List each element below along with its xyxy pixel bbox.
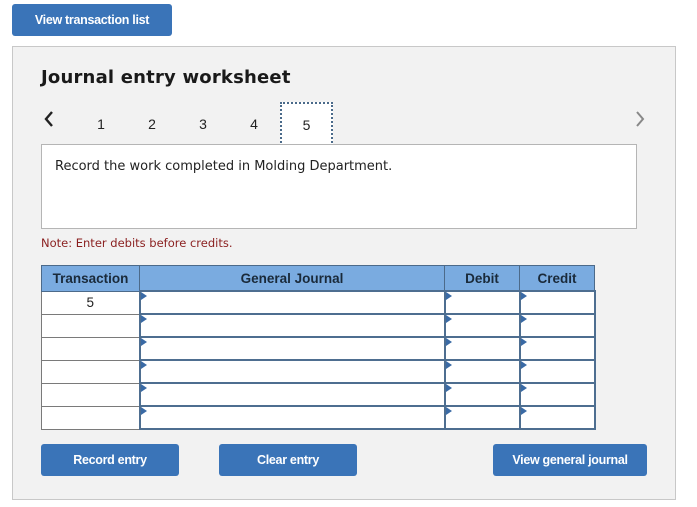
dropdown-indicator-icon <box>520 338 527 346</box>
view-transaction-list-button[interactable]: View transaction list <box>12 4 172 36</box>
dropdown-indicator-icon <box>140 384 147 392</box>
transaction-cell: 5 <box>41 290 140 315</box>
transaction-cell <box>41 313 140 338</box>
dropdown-indicator-icon <box>445 361 452 369</box>
credit-input[interactable] <box>520 407 594 428</box>
table-row: 5 <box>41 290 596 315</box>
debit-input[interactable] <box>445 315 519 336</box>
note-text: Note: Enter debits before credits. <box>41 236 233 250</box>
credit-input[interactable] <box>520 338 594 359</box>
table-row <box>41 359 596 384</box>
general-journal-cell <box>138 359 446 384</box>
table-row <box>41 336 596 361</box>
dropdown-indicator-icon <box>520 361 527 369</box>
debit-cell <box>443 382 521 407</box>
tab-1[interactable]: 1 <box>76 103 126 145</box>
debit-input[interactable] <box>445 361 519 382</box>
general-journal-cell <box>138 290 446 315</box>
journal-entry-worksheet-panel: Journal entry worksheet 1 2 3 4 5 Record… <box>12 46 676 500</box>
clear-entry-button[interactable]: Clear entry <box>219 444 357 476</box>
debit-cell <box>443 336 521 361</box>
dropdown-indicator-icon <box>445 315 452 323</box>
credit-cell <box>518 290 596 315</box>
debit-cell <box>443 290 521 315</box>
debit-input[interactable] <box>445 292 519 313</box>
general-journal-input[interactable] <box>140 384 444 405</box>
transaction-cell <box>41 359 140 384</box>
credit-input[interactable] <box>520 384 594 405</box>
chevron-left-icon <box>44 111 53 127</box>
debit-cell <box>443 405 521 430</box>
general-journal-input[interactable] <box>140 407 444 428</box>
transaction-cell <box>41 336 140 361</box>
dropdown-indicator-icon <box>520 407 527 415</box>
dropdown-indicator-icon <box>140 338 147 346</box>
chevron-right-icon <box>636 111 645 127</box>
table-row <box>41 313 596 338</box>
debit-input[interactable] <box>445 407 519 428</box>
record-entry-button[interactable]: Record entry <box>41 444 179 476</box>
credit-cell <box>518 313 596 338</box>
general-journal-input[interactable] <box>140 292 444 313</box>
credit-cell <box>518 405 596 430</box>
credit-cell <box>518 382 596 407</box>
dropdown-indicator-icon <box>445 384 452 392</box>
header-transaction: Transaction <box>41 265 140 292</box>
transaction-cell <box>41 405 140 430</box>
worksheet-title: Journal entry worksheet <box>41 67 291 88</box>
tab-2[interactable]: 2 <box>127 103 177 145</box>
journal-table: Transaction General Journal Debit Credit… <box>41 265 596 430</box>
dropdown-indicator-icon <box>520 384 527 392</box>
credit-input[interactable] <box>520 292 594 313</box>
dropdown-indicator-icon <box>445 338 452 346</box>
table-header-row: Transaction General Journal Debit Credit <box>41 265 595 292</box>
credit-cell <box>518 359 596 384</box>
dropdown-indicator-icon <box>140 315 147 323</box>
general-journal-input[interactable] <box>140 338 444 359</box>
debit-input[interactable] <box>445 338 519 359</box>
next-button[interactable] <box>630 107 650 131</box>
dropdown-indicator-icon <box>140 361 147 369</box>
dropdown-indicator-icon <box>520 315 527 323</box>
header-general-journal: General Journal <box>139 265 445 292</box>
general-journal-cell <box>138 405 446 430</box>
tab-3[interactable]: 3 <box>178 103 228 145</box>
tab-5[interactable]: 5 <box>280 102 333 147</box>
view-general-journal-button[interactable]: View general journal <box>493 444 647 476</box>
debit-cell <box>443 359 521 384</box>
dropdown-indicator-icon <box>445 407 452 415</box>
debit-cell <box>443 313 521 338</box>
previous-button[interactable] <box>39 107 59 131</box>
description-text: Record the work completed in Molding Dep… <box>55 159 393 174</box>
transaction-cell <box>41 382 140 407</box>
credit-cell <box>518 336 596 361</box>
credit-input[interactable] <box>520 361 594 382</box>
dropdown-indicator-icon <box>140 292 147 300</box>
debit-input[interactable] <box>445 384 519 405</box>
tab-4[interactable]: 4 <box>229 103 279 145</box>
table-row <box>41 405 596 430</box>
general-journal-input[interactable] <box>140 315 444 336</box>
table-row <box>41 382 596 407</box>
header-debit: Debit <box>444 265 520 292</box>
dropdown-indicator-icon <box>445 292 452 300</box>
dropdown-indicator-icon <box>520 292 527 300</box>
credit-input[interactable] <box>520 315 594 336</box>
general-journal-cell <box>138 336 446 361</box>
description-box: Record the work completed in Molding Dep… <box>41 144 637 229</box>
dropdown-indicator-icon <box>140 407 147 415</box>
general-journal-cell <box>138 382 446 407</box>
general-journal-cell <box>138 313 446 338</box>
header-credit: Credit <box>519 265 595 292</box>
general-journal-input[interactable] <box>140 361 444 382</box>
